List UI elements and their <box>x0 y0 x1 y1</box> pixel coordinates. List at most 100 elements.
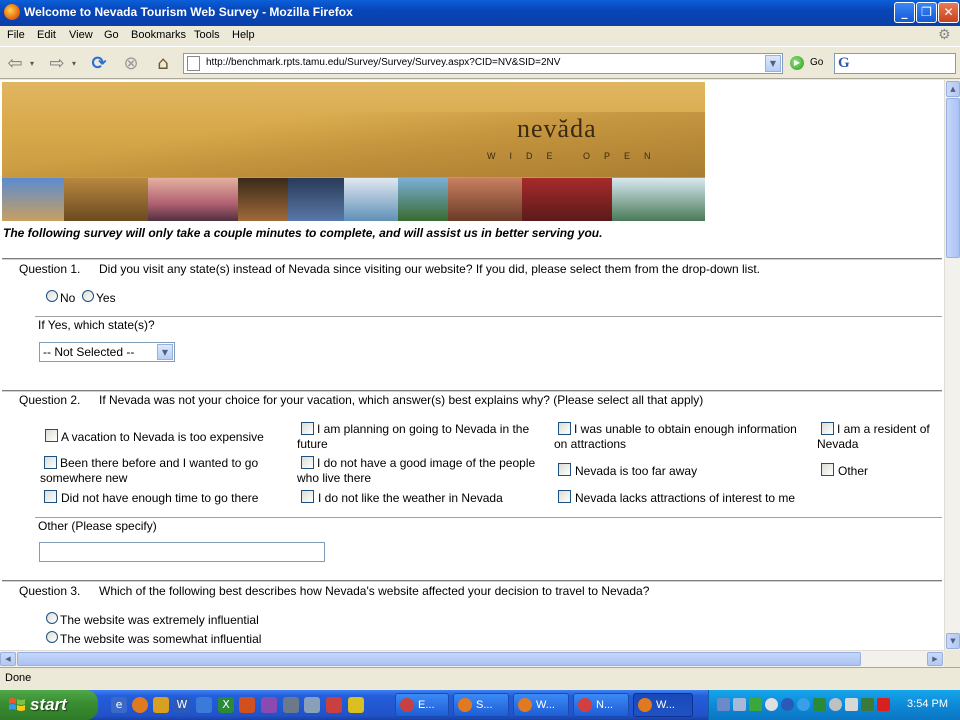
menu-edit[interactable]: Edit <box>37 29 56 41</box>
jet-photo <box>148 178 238 221</box>
tray-icon[interactable] <box>877 698 890 711</box>
quicklaunch-excel-icon[interactable]: X <box>218 697 234 713</box>
menu-bookmarks[interactable]: Bookmarks <box>131 29 186 41</box>
tray-icon[interactable] <box>733 698 746 711</box>
menu-help[interactable]: Help <box>232 29 255 41</box>
scroll-right-icon[interactable]: ▶ <box>927 652 943 666</box>
quicklaunch-tool-icon[interactable] <box>348 697 364 713</box>
url-bar[interactable]: http://benchmark.rpts.tamu.edu/Survey/Su… <box>183 53 783 74</box>
tray-icon[interactable] <box>861 698 874 711</box>
tray-icon[interactable] <box>845 698 858 711</box>
search-box[interactable]: G <box>834 53 956 74</box>
q2-label-info: I was unable to obtain enough informatio… <box>554 422 797 451</box>
taskbar-button-3[interactable]: W... <box>513 693 569 717</box>
quicklaunch-media-icon[interactable] <box>326 697 342 713</box>
divider <box>35 517 942 518</box>
status-text: Done <box>5 672 32 684</box>
tray-icon[interactable] <box>749 698 762 711</box>
q2-checkbox-far-away[interactable] <box>558 463 571 476</box>
taskbar-button-1[interactable]: E... <box>395 693 449 717</box>
horizontal-scroll-thumb[interactable] <box>17 652 861 666</box>
url-dropdown-icon[interactable]: ▼ <box>765 55 781 72</box>
start-button[interactable]: start <box>0 690 98 720</box>
q3-radio-somewhat[interactable] <box>46 631 58 643</box>
firefox-icon <box>4 4 20 20</box>
q2-label-been-there: Been there before and I wanted to go som… <box>40 456 259 485</box>
go-button[interactable]: ▶ Go <box>790 56 830 72</box>
quicklaunch-ie-icon[interactable]: e <box>111 697 127 713</box>
back-icon[interactable]: ⇦ <box>4 53 26 75</box>
menu-bar: File Edit View Go Bookmarks Tools Help ⚙ <box>0 26 960 45</box>
taskbar-button-label: S... <box>476 699 493 711</box>
menu-view[interactable]: View <box>69 29 93 41</box>
q1-radio-yes[interactable] <box>82 290 94 302</box>
page-icon <box>187 56 200 71</box>
taskbar-button-2[interactable]: S... <box>453 693 509 717</box>
quicklaunch-firefox-icon[interactable] <box>132 697 148 713</box>
q3-label-extremely: The website was extremely influential <box>60 613 259 627</box>
home-icon[interactable]: ⌂ <box>152 53 174 75</box>
scroll-up-icon[interactable]: ▲ <box>946 81 960 97</box>
q2-checkbox-no-time[interactable] <box>44 490 57 503</box>
tray-icon[interactable] <box>781 698 794 711</box>
nevada-tagline: WIDE OPEN <box>487 151 665 161</box>
reload-icon[interactable]: ⟳ <box>88 53 110 75</box>
q2-label-future: I am planning on going to Nevada in the … <box>297 422 530 451</box>
vertical-scroll-thumb[interactable] <box>946 98 960 258</box>
mountain-backdrop <box>2 112 705 177</box>
q2-other-input[interactable] <box>39 542 325 562</box>
scroll-left-icon[interactable]: ◀ <box>0 652 16 666</box>
forward-dropdown-icon[interactable]: ▾ <box>68 53 80 75</box>
back-dropdown-icon[interactable]: ▾ <box>26 53 38 75</box>
quicklaunch-powerpoint-icon[interactable] <box>239 697 255 713</box>
tray-icon[interactable] <box>797 698 810 711</box>
forward-icon[interactable]: ⇨ <box>46 53 68 75</box>
tray-icon[interactable] <box>829 698 842 711</box>
q2-label-weather: I do not like the weather in Nevada <box>318 491 503 505</box>
close-button[interactable]: ✕ <box>938 2 959 23</box>
vertical-scrollbar[interactable]: ▲ ▼ <box>944 80 960 650</box>
q2-checkbox-attractions[interactable] <box>558 490 571 503</box>
tray-icon[interactable] <box>813 698 826 711</box>
taskbar-button-5[interactable]: W... <box>633 693 693 717</box>
q1-followup-label: If Yes, which state(s)? <box>38 318 155 332</box>
quicklaunch-notepad-icon[interactable] <box>196 697 212 713</box>
navigation-toolbar: ⇦ ▾ ⇨ ▾ ⟳ ⊗ ⌂ http://benchmark.rpts.tamu… <box>0 46 960 79</box>
taskbar-button-4[interactable]: N... <box>573 693 629 717</box>
stop-icon[interactable]: ⊗ <box>120 53 142 75</box>
q2-label-expensive: A vacation to Nevada is too expensive <box>61 430 264 444</box>
state-select[interactable]: -- Not Selected -- ▼ <box>39 342 175 362</box>
q1-radio-no[interactable] <box>46 290 58 302</box>
quicklaunch-word-icon[interactable]: W <box>174 697 190 713</box>
quicklaunch-paint-icon[interactable] <box>153 697 169 713</box>
maximize-button[interactable]: ❐ <box>916 2 937 23</box>
q3-text: Which of the following best describes ho… <box>99 584 650 598</box>
chevron-down-icon[interactable]: ▼ <box>157 344 173 360</box>
state-select-value: -- Not Selected -- <box>43 345 135 359</box>
scroll-corner <box>944 650 960 667</box>
q3-radio-extremely[interactable] <box>46 612 58 624</box>
scroll-down-icon[interactable]: ▼ <box>946 633 960 649</box>
quicklaunch-desktop-icon[interactable] <box>283 697 299 713</box>
tray-icon[interactable] <box>717 698 730 711</box>
window-title: Welcome to Nevada Tourism Web Survey - M… <box>24 5 353 19</box>
window-title-bar[interactable]: Welcome to Nevada Tourism Web Survey - M… <box>0 0 960 26</box>
q2-checkbox-expensive[interactable] <box>45 429 58 442</box>
minimize-button[interactable]: _ <box>894 2 915 23</box>
q2-checkbox-weather[interactable] <box>301 490 314 503</box>
q2-checkbox-other[interactable] <box>821 463 834 476</box>
menu-go[interactable]: Go <box>104 29 119 41</box>
menu-file[interactable]: File <box>7 29 25 41</box>
q1-number: Question 1. <box>19 262 81 276</box>
taskbar-button-label: N... <box>596 699 614 711</box>
tray-icon[interactable] <box>765 698 778 711</box>
quicklaunch-app-icon[interactable] <box>261 697 277 713</box>
photo-strip <box>2 178 705 221</box>
app-icon <box>400 698 414 712</box>
q2-text: If Nevada was not your choice for your v… <box>99 393 704 407</box>
menu-tools[interactable]: Tools <box>194 29 220 41</box>
snowy-peaks-photo <box>612 178 705 221</box>
building-photo <box>522 178 612 221</box>
horizontal-scrollbar[interactable]: ◀ ▶ <box>0 650 944 667</box>
quicklaunch-network-icon[interactable] <box>304 697 320 713</box>
